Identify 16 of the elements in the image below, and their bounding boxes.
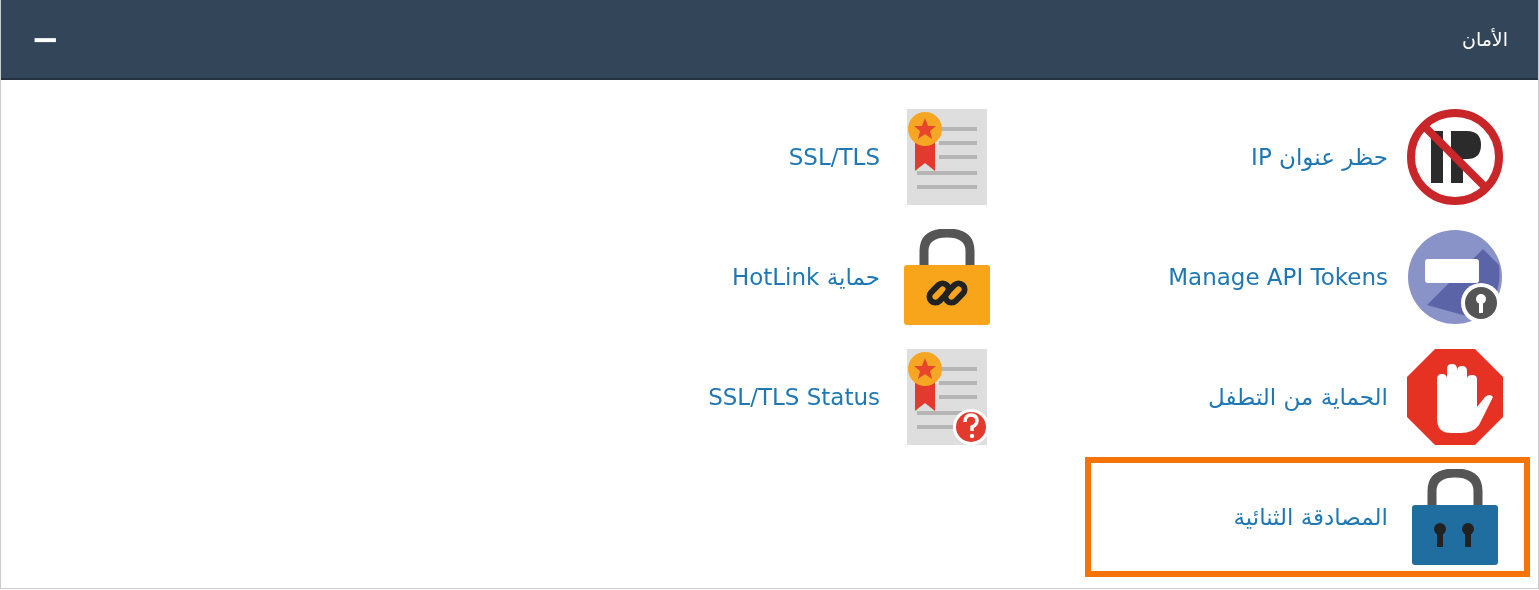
certificate-question-icon xyxy=(905,349,989,445)
stop-hand-icon xyxy=(1407,349,1503,445)
certificate-icon xyxy=(905,109,989,205)
prohibited-icon xyxy=(1407,109,1503,205)
feature-link[interactable]: SSL/TLS Status xyxy=(708,384,880,410)
feature-link[interactable]: الحماية من التطفل xyxy=(1208,384,1388,410)
feature-link[interactable]: حظر عنوان IP xyxy=(1251,144,1388,170)
feature-link[interactable]: حماية HotLink xyxy=(731,264,880,290)
padlock-icon xyxy=(1412,469,1498,565)
circle-lock-icon xyxy=(1407,229,1503,325)
feature-link[interactable]: المصادقة الثنائية xyxy=(1233,504,1388,530)
collapse-button[interactable]: − xyxy=(31,22,60,56)
panel-title: الأمان xyxy=(1461,28,1508,50)
padlock-link-icon xyxy=(904,229,990,325)
feature-link[interactable]: Manage API Tokens xyxy=(1168,264,1388,290)
feature-link[interactable]: SSL/TLS xyxy=(788,144,880,170)
